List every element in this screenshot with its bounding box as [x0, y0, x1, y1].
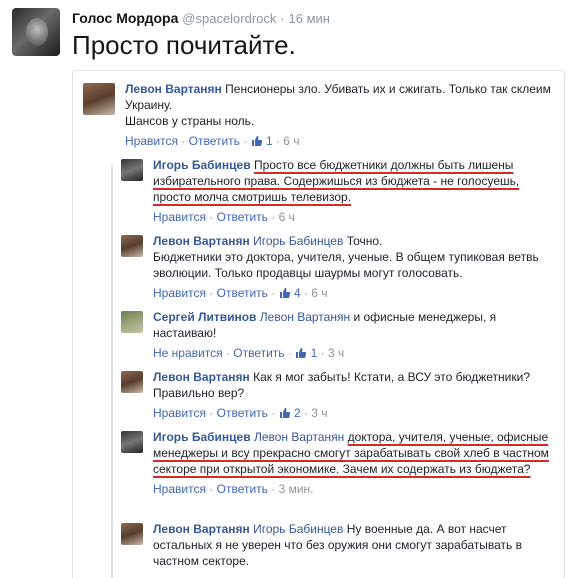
tweet-separator: ·	[280, 11, 285, 26]
like-link[interactable]: Не нравится	[153, 346, 223, 360]
reply-comment: Сергей Литвинов Левон Вартанян и офисные…	[121, 309, 558, 363]
comment-body: Игорь Бабинцев Просто все бюджетники дол…	[153, 157, 558, 225]
avatar[interactable]	[121, 235, 143, 257]
like-link[interactable]: Нравится	[153, 406, 206, 420]
comment-body: Игорь Бабинцев Левон Вартанян доктора, у…	[153, 429, 558, 497]
like-link[interactable]: Нравится	[153, 286, 206, 300]
reply-comment: Игорь Бабинцев Просто все бюджетники дол…	[121, 157, 558, 225]
reply-link[interactable]: Ответить	[217, 286, 268, 300]
avatar[interactable]	[83, 83, 115, 115]
like-count[interactable]: 2	[294, 406, 301, 420]
tweet-author-handle[interactable]: @spacelordrock	[182, 11, 276, 26]
separator: ·	[239, 134, 251, 148]
reply-link[interactable]: Ответить	[217, 210, 268, 224]
separator: ·	[205, 286, 217, 300]
comment-author[interactable]: Игорь Бабинцев	[153, 430, 251, 444]
separator: ·	[267, 286, 279, 300]
like-link[interactable]: Нравится	[125, 134, 178, 148]
separator: ·	[267, 482, 279, 496]
comment-actions: Нравится · Ответить · 1 · 6 ч	[125, 133, 558, 149]
avatar[interactable]	[121, 311, 143, 333]
like-count[interactable]: 1	[266, 134, 273, 148]
mention-tag[interactable]: Левон Вартанян	[254, 430, 344, 444]
comment-body: Левон Вартанян Как я мог забыть! Кстати,…	[153, 369, 558, 421]
comment-time[interactable]: 6 ч	[283, 134, 299, 148]
thread-line	[111, 165, 113, 578]
comment-author[interactable]: Левон Вартанян	[125, 82, 222, 96]
comment-time[interactable]: 3 ч	[311, 406, 327, 420]
comment-author[interactable]: Сергей Литвинов	[153, 310, 256, 324]
reply-comment: Левон Вартанян Игорь Бабинцев Точно. Бюд…	[121, 233, 558, 305]
separator: ·	[267, 210, 279, 224]
comment-text-line: Бюджетники это доктора, учителя, ученые.…	[153, 250, 539, 280]
comment-actions: Нравится · Ответить · 3 мин.	[153, 481, 558, 497]
reply-link[interactable]: Ответить	[217, 406, 268, 420]
comment-time[interactable]: 3 мин.	[279, 482, 314, 496]
comment-actions: Нравится · Ответить · 2 · 3 ч	[153, 405, 558, 421]
like-link[interactable]: Нравится	[153, 482, 206, 496]
mention-tag[interactable]: Игорь Бабинцев	[253, 522, 343, 536]
separator: ·	[222, 346, 234, 360]
comment-author[interactable]: Левон Вартанян	[153, 234, 250, 248]
avatar[interactable]	[121, 523, 143, 545]
like-link[interactable]: Нравится	[153, 210, 206, 224]
avatar[interactable]	[121, 159, 143, 181]
comment-actions: Нравится · Ответить · 4 · 6 ч	[153, 285, 558, 301]
avatar[interactable]	[121, 371, 143, 393]
avatar-face	[26, 18, 48, 46]
mention-tag[interactable]: Левон Вартанян	[260, 310, 350, 324]
reply-link[interactable]: Ответить	[233, 346, 284, 360]
comment-body: Сергей Литвинов Левон Вартанян и офисные…	[153, 309, 558, 361]
separator: ·	[177, 134, 189, 148]
comment-author[interactable]: Игорь Бабинцев	[153, 158, 251, 172]
reply-link[interactable]: Ответить	[189, 134, 240, 148]
comment-text-line: Точно.	[346, 234, 383, 248]
comment-text-line: Шансов у страны ноль.	[125, 114, 255, 128]
comment-body: Левон Вартанян Пенсионеры зло. Убивать и…	[125, 81, 558, 149]
separator: ·	[300, 286, 312, 300]
thumbs-up-icon[interactable]	[295, 347, 307, 359]
comment-author[interactable]: Левон Вартанян	[153, 522, 250, 536]
separator: ·	[205, 482, 217, 496]
comment-actions: Нравится · Ответить · 6 ч	[153, 209, 558, 225]
tweet-avatar[interactable]	[12, 8, 60, 56]
comment-time[interactable]: 3 ч	[328, 346, 344, 360]
thumbs-up-icon[interactable]	[279, 287, 291, 299]
separator: ·	[272, 134, 284, 148]
reply-link[interactable]: Ответить	[217, 482, 268, 496]
separator: ·	[205, 406, 217, 420]
tweet-header: Голос Мордора @spacelordrock · 16 мин	[72, 10, 330, 26]
tweet-text: Просто почитайте.	[72, 30, 296, 60]
comment-body: Левон Вартанян Игорь Бабинцев Точно. Бюд…	[153, 233, 558, 301]
tweet-timestamp[interactable]: 16 мин	[289, 11, 330, 26]
comment-actions: Не нравится · Ответить · 1 · 3 ч	[153, 345, 558, 361]
tweet-author-name[interactable]: Голос Мордора	[72, 10, 178, 26]
like-count[interactable]: 4	[294, 286, 301, 300]
separator: ·	[267, 406, 279, 420]
thumbs-up-icon[interactable]	[279, 407, 291, 419]
separator: ·	[317, 346, 328, 360]
separator: ·	[205, 210, 217, 224]
reply-comment: Левон Вартанян Как я мог забыть! Кстати,…	[121, 369, 558, 423]
thumbs-up-icon[interactable]	[251, 135, 263, 147]
avatar[interactable]	[121, 431, 143, 453]
comment-author[interactable]: Левон Вартанян	[153, 370, 250, 384]
mention-tag[interactable]: Игорь Бабинцев	[253, 234, 343, 248]
separator: ·	[300, 406, 312, 420]
reply-comment: Игорь Бабинцев Левон Вартанян доктора, у…	[121, 429, 558, 513]
comment-time[interactable]: 6 ч	[279, 210, 295, 224]
comment-body: Левон Вартанян Игорь Бабинцев Ну военные…	[153, 521, 558, 569]
comment-top-level: Левон Вартанян Пенсионеры зло. Убивать и…	[83, 81, 558, 157]
separator: ·	[284, 346, 296, 360]
reply-comment: Левон Вартанян Игорь Бабинцев Ну военные…	[121, 521, 558, 577]
comment-time[interactable]: 6 ч	[311, 286, 327, 300]
embedded-comments-image: Левон Вартанян Пенсионеры зло. Убивать и…	[72, 70, 565, 578]
